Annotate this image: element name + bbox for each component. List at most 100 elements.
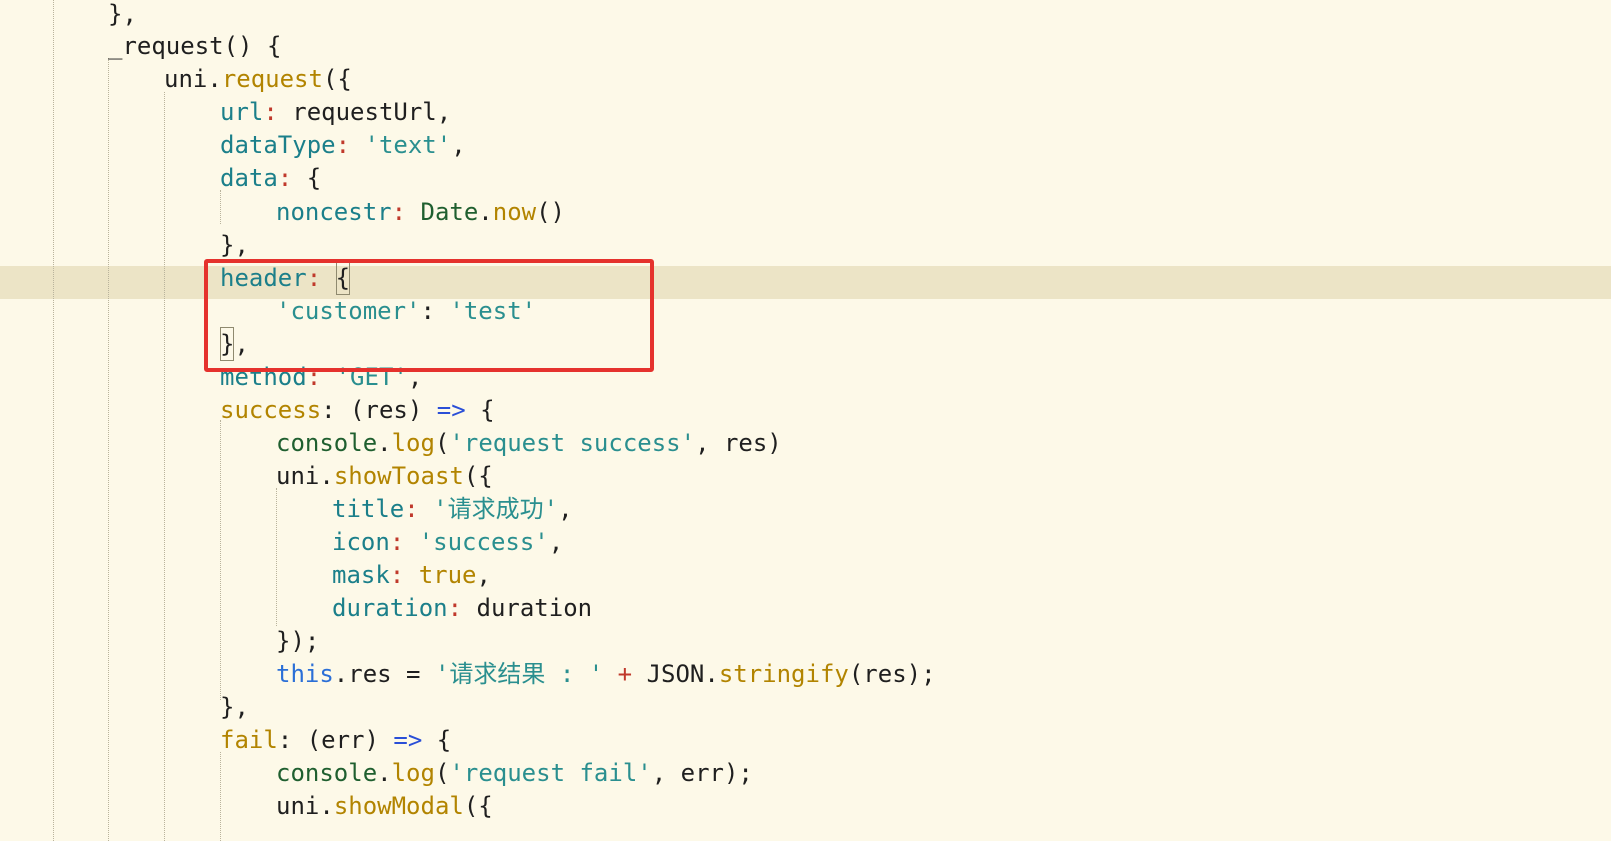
code-token: uni bbox=[276, 462, 320, 490]
code-token: : bbox=[404, 495, 419, 523]
code-editor[interactable]: }, _request() {uni.request({url: requestU… bbox=[0, 0, 1611, 841]
indent-guide bbox=[220, 752, 221, 841]
code-token: title bbox=[332, 495, 405, 523]
code-token: ({ bbox=[463, 462, 493, 490]
code-token: : bbox=[391, 198, 407, 226]
code-token: stringify bbox=[718, 660, 849, 688]
code-token: (res); bbox=[848, 660, 936, 688]
code-token: () { bbox=[223, 32, 282, 60]
code-token: uni bbox=[164, 65, 208, 93]
code-line: noncestr: Date.now() bbox=[276, 195, 565, 229]
code-token: => bbox=[436, 396, 466, 424]
code-token: true bbox=[418, 561, 477, 589]
code-token: request bbox=[221, 65, 323, 93]
code-line: mask: true, bbox=[332, 558, 491, 592]
code-token: }, bbox=[108, 0, 137, 28]
code-line: }, bbox=[108, 0, 137, 31]
code-token: 'request success' bbox=[449, 429, 696, 457]
code-token: : (err) bbox=[277, 726, 394, 754]
indent-guide bbox=[220, 420, 221, 700]
code-token: }, bbox=[220, 231, 249, 259]
code-token: showToast bbox=[333, 462, 464, 490]
code-line: console.log('request success', res) bbox=[276, 426, 782, 460]
code-token: }, bbox=[220, 693, 249, 721]
code-token: : bbox=[335, 131, 351, 159]
code-token: console bbox=[276, 759, 378, 787]
indent-guide bbox=[53, 0, 54, 841]
code-token: + bbox=[603, 660, 647, 688]
code-token: .res = bbox=[333, 660, 435, 688]
code-token: }); bbox=[276, 627, 320, 655]
code-token: : bbox=[389, 561, 405, 589]
code-token: mask bbox=[332, 561, 390, 589]
code-line: _request() { bbox=[108, 29, 281, 63]
red-highlight-box bbox=[204, 259, 654, 372]
code-token: . bbox=[319, 462, 334, 490]
code-token: . bbox=[704, 660, 719, 688]
code-token: => bbox=[393, 726, 423, 754]
code-token: this bbox=[276, 660, 334, 688]
code-token: log bbox=[391, 429, 435, 457]
code-token: Date bbox=[420, 198, 479, 226]
code-line: icon: 'success', bbox=[332, 525, 563, 559]
code-token: 'text' bbox=[364, 131, 452, 159]
code-token: _request bbox=[108, 32, 224, 60]
code-token: : bbox=[263, 98, 278, 126]
code-token: ( bbox=[434, 429, 450, 457]
code-token: dataType bbox=[220, 131, 336, 159]
code-token: ({ bbox=[463, 792, 493, 820]
code-token: . bbox=[319, 792, 334, 820]
indent-guide bbox=[108, 58, 109, 841]
code-token: log bbox=[391, 759, 435, 787]
code-line: title: '请求成功', bbox=[332, 492, 573, 526]
code-line: dataType: 'text', bbox=[220, 128, 466, 162]
code-line: duration: duration bbox=[332, 591, 592, 625]
indent-guide bbox=[276, 488, 277, 626]
code-token: requestUrl, bbox=[277, 98, 452, 126]
code-line: success: (res) => { bbox=[220, 393, 495, 427]
code-token: console bbox=[276, 429, 378, 457]
code-token: ({ bbox=[322, 65, 352, 93]
code-token: { bbox=[292, 164, 322, 192]
code-token: showModal bbox=[333, 792, 464, 820]
code-token: url bbox=[220, 98, 264, 126]
code-line: uni.showModal({ bbox=[276, 789, 493, 823]
code-token: fail bbox=[220, 726, 278, 754]
code-token: duration bbox=[332, 594, 448, 622]
code-token: '请求成功' bbox=[433, 495, 559, 523]
code-token: . bbox=[207, 65, 222, 93]
code-token: ( bbox=[434, 759, 450, 787]
code-token: , bbox=[548, 528, 564, 556]
code-token: : bbox=[447, 594, 463, 622]
code-token: data bbox=[220, 164, 278, 192]
code-line: uni.request({ bbox=[164, 62, 352, 96]
code-token: { bbox=[422, 726, 452, 754]
code-line: fail: (err) => { bbox=[220, 723, 451, 757]
code-token: noncestr bbox=[276, 198, 392, 226]
code-token: . bbox=[377, 429, 392, 457]
code-token: '请求结果 : ' bbox=[434, 660, 604, 688]
code-token: , bbox=[558, 495, 573, 523]
code-line: uni.showToast({ bbox=[276, 459, 493, 493]
indent-guide bbox=[220, 190, 221, 224]
code-token: : (res) bbox=[321, 396, 437, 424]
code-token: 'success' bbox=[418, 528, 549, 556]
code-token: 'request fail' bbox=[449, 759, 652, 787]
code-token: , err); bbox=[651, 759, 753, 787]
code-token: icon bbox=[332, 528, 390, 556]
code-token: () bbox=[536, 198, 566, 226]
code-token: , bbox=[451, 131, 466, 159]
code-token: uni bbox=[276, 792, 320, 820]
code-token: success bbox=[220, 396, 322, 424]
code-token: : bbox=[389, 528, 405, 556]
code-token: , res) bbox=[695, 429, 782, 457]
code-token: . bbox=[478, 198, 493, 226]
code-line: url: requestUrl, bbox=[220, 95, 451, 129]
code-line: }, bbox=[220, 690, 249, 724]
code-token: { bbox=[465, 396, 495, 424]
